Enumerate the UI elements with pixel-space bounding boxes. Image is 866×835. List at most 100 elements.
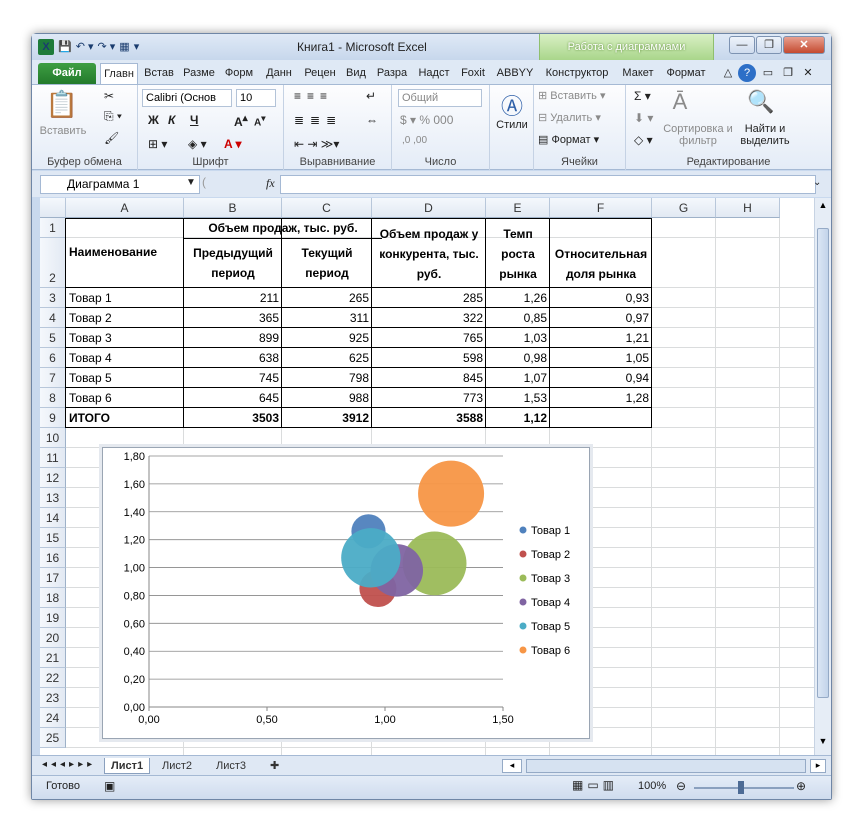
column-header[interactable]: D: [372, 198, 486, 218]
table-cell[interactable]: 3503: [184, 408, 282, 428]
row-header[interactable]: 18: [40, 588, 66, 608]
table-cell[interactable]: Товар 5: [66, 368, 184, 388]
table-cell[interactable]: 1,28: [550, 388, 652, 408]
form-icon[interactable]: ▦: [119, 39, 129, 55]
new-sheet-icon[interactable]: ✚: [264, 758, 285, 774]
indent-icons[interactable]: ⇤ ⇥ ≫▾: [294, 137, 339, 151]
horizontal-scrollbar[interactable]: [526, 759, 806, 773]
tab-developer[interactable]: Разра: [372, 63, 412, 84]
font-color-icon[interactable]: A ▾: [224, 137, 242, 151]
column-header[interactable]: F: [550, 198, 652, 218]
zoom-slider[interactable]: [694, 787, 794, 789]
underline-button[interactable]: Ч: [190, 113, 198, 127]
row-header[interactable]: 19: [40, 608, 66, 628]
grow-font-icon[interactable]: A▴: [234, 113, 248, 129]
table-cell[interactable]: 745: [184, 368, 282, 388]
row-header[interactable]: 4: [40, 308, 66, 328]
table-cell[interactable]: 798: [282, 368, 372, 388]
binoculars-icon[interactable]: 🔍: [746, 89, 776, 115]
close-button[interactable]: ✕: [783, 36, 825, 54]
decimal-icons[interactable]: ,0 ,00: [402, 135, 427, 146]
table-cell[interactable]: 285: [372, 288, 486, 308]
sort-filter-button[interactable]: Сортировка и фильтр: [662, 123, 734, 147]
insert-cells-button[interactable]: ⊞ Вставить ▾: [538, 89, 606, 102]
select-all-corner[interactable]: [40, 198, 66, 218]
view-buttons[interactable]: ▦▭▥: [572, 778, 618, 792]
table-cell[interactable]: 1,26: [486, 288, 550, 308]
minimize-ribbon-icon[interactable]: △: [720, 63, 736, 84]
name-box[interactable]: Диаграмма 1: [40, 175, 200, 194]
table-cell[interactable]: 1,12: [486, 408, 550, 428]
customize-qat-icon[interactable]: ▾: [134, 39, 140, 55]
borders-icon[interactable]: ⊞ ▾: [148, 137, 167, 151]
bold-button[interactable]: Ж: [148, 113, 159, 127]
table-cell[interactable]: 845: [372, 368, 486, 388]
tab-format[interactable]: Формат: [662, 63, 710, 84]
table-cell[interactable]: 365: [184, 308, 282, 328]
font-name-select[interactable]: Calibri (Основ: [142, 89, 232, 107]
styles-button[interactable]: Стили: [492, 119, 532, 131]
cut-icon[interactable]: ✂: [104, 89, 114, 103]
zoom-level[interactable]: 100%: [638, 780, 666, 792]
table-cell[interactable]: 265: [282, 288, 372, 308]
paste-button[interactable]: Вставить: [36, 125, 90, 137]
row-header[interactable]: 23: [40, 688, 66, 708]
table-cell[interactable]: ИТОГО: [66, 408, 184, 428]
table-cell[interactable]: 899: [184, 328, 282, 348]
help-icon[interactable]: ?: [738, 64, 756, 82]
table-cell[interactable]: 598: [372, 348, 486, 368]
table-cell[interactable]: 311: [282, 308, 372, 328]
table-cell[interactable]: Товар 1: [66, 288, 184, 308]
save-icon[interactable]: 💾: [58, 39, 72, 55]
row-header[interactable]: 10: [40, 428, 66, 448]
tab-page-layout[interactable]: Разме: [180, 63, 218, 84]
row-header[interactable]: 21: [40, 648, 66, 668]
hscroll-right-icon[interactable]: ▸: [810, 759, 826, 773]
table-cell[interactable]: 988: [282, 388, 372, 408]
number-format-select[interactable]: Общий: [398, 89, 482, 107]
table-cell[interactable]: 625: [282, 348, 372, 368]
row-header[interactable]: 24: [40, 708, 66, 728]
merge-center-icon[interactable]: ⇔: [366, 113, 378, 127]
column-header[interactable]: B: [184, 198, 282, 218]
restore-button[interactable]: ❐: [756, 36, 782, 54]
excel-app-icon[interactable]: X: [38, 39, 54, 55]
tab-design[interactable]: Конструктор: [539, 63, 615, 84]
worksheet-grid[interactable]: A B C D E F G H 1 2 3 4 5 6 7 8 9 10 11 12 13 14 15 16 17 18 19 20 2…: [40, 198, 814, 755]
styles-icon[interactable]: Ⓐ: [498, 89, 526, 121]
column-header[interactable]: E: [486, 198, 550, 218]
row-header[interactable]: 3: [40, 288, 66, 308]
redo-icon[interactable]: ↷ ▾: [98, 39, 116, 55]
zoom-in-icon[interactable]: ⊕: [796, 779, 806, 793]
table-cell[interactable]: 0,97: [550, 308, 652, 328]
clear-icon[interactable]: ◇ ▾: [634, 133, 653, 147]
table-cell[interactable]: 1,07: [486, 368, 550, 388]
macro-record-icon[interactable]: ▣: [104, 779, 115, 793]
row-header[interactable]: 25: [40, 728, 66, 748]
row-header[interactable]: 17: [40, 568, 66, 588]
doc-minimize-icon[interactable]: ▭: [760, 63, 776, 84]
tab-review[interactable]: Рецен: [300, 63, 340, 84]
table-cell[interactable]: 0,94: [550, 368, 652, 388]
tab-foxit[interactable]: Foxit: [456, 63, 490, 84]
table-cell[interactable]: 1,05: [550, 348, 652, 368]
doc-restore-icon[interactable]: ❐: [780, 63, 796, 84]
scroll-up-icon[interactable]: ▲: [817, 200, 829, 214]
tab-file[interactable]: Файл: [38, 63, 96, 84]
autosum-button[interactable]: Σ ▾: [634, 89, 651, 103]
table-cell[interactable]: Товар 4: [66, 348, 184, 368]
table-cell[interactable]: 0,93: [550, 288, 652, 308]
row-header[interactable]: 2: [40, 238, 66, 288]
table-cell[interactable]: 322: [372, 308, 486, 328]
format-cells-button[interactable]: ▤ Формат ▾: [538, 133, 599, 146]
table-cell[interactable]: 3588: [372, 408, 486, 428]
paste-icon[interactable]: 📋: [42, 89, 82, 121]
table-cell[interactable]: 1,21: [550, 328, 652, 348]
scroll-thumb[interactable]: [817, 228, 829, 698]
column-header[interactable]: H: [716, 198, 780, 218]
tab-addins[interactable]: Надст: [414, 63, 454, 84]
table-cell[interactable]: 925: [282, 328, 372, 348]
sheet-tab-3[interactable]: Лист3: [210, 758, 252, 774]
tab-formulas[interactable]: Форм: [220, 63, 258, 84]
find-select-button[interactable]: Найти и выделить: [736, 123, 794, 147]
